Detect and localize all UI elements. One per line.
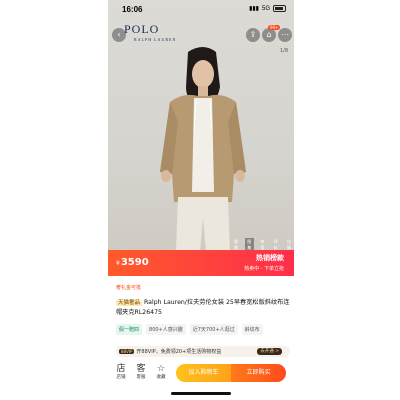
- cart-icon[interactable]: ⌂: [262, 28, 276, 42]
- share-icon[interactable]: ⇪: [246, 28, 260, 42]
- price-bar: ¥3590 热销榜款 热卖中 · 下单立抢: [108, 250, 294, 276]
- vip-badge: 88VIP: [119, 349, 135, 354]
- media-tab-reviews[interactable]: 评价: [272, 238, 281, 250]
- feature-chips: 假一赔四 800+人感兴趣 近7天700+人逛过 斜纹布: [116, 324, 263, 335]
- add-to-cart-button[interactable]: 加入购物车: [176, 364, 231, 382]
- chip-fabric: 斜纹布: [241, 324, 263, 335]
- store-icon: 店: [116, 364, 126, 374]
- network-type: 5G: [261, 5, 270, 12]
- product-price: ¥3590: [116, 257, 149, 268]
- chip-interest: 800+人感兴趣: [146, 324, 186, 335]
- customer-service-button[interactable]: 客 客服: [130, 364, 152, 381]
- battery-icon: [273, 5, 286, 12]
- gift-credit-text[interactable]: 奢礼金可抵: [116, 284, 141, 291]
- product-title: 天猫奢品 Ralph Lauren/拉夫劳伦女装 25早春宽松版斜纹布连帽夹克RL…: [116, 299, 290, 316]
- product-hero-image[interactable]: POLO RALPH LAUREN ‹ ⇪ ⌂ 99+ ⋯ 1/8 视频 图集 …: [108, 0, 294, 250]
- buy-now-button[interactable]: 立即购买: [231, 364, 286, 382]
- media-tab-details[interactable]: 详情: [285, 238, 294, 250]
- media-tab-video[interactable]: 视频: [232, 238, 241, 250]
- store-button[interactable]: 店 店铺: [110, 364, 132, 381]
- hot-sale-label: 热销榜款: [256, 254, 284, 262]
- back-icon[interactable]: ‹: [112, 28, 126, 42]
- star-icon: ☆: [156, 364, 166, 374]
- more-icon[interactable]: ⋯: [278, 28, 292, 42]
- chip-visits: 近7天700+人逛过: [189, 324, 238, 335]
- favorite-button[interactable]: ☆ 收藏: [150, 364, 172, 381]
- model-photo: [160, 47, 246, 250]
- hot-sale-sub: 热卖中 · 下单立抢: [244, 266, 284, 272]
- tmall-luxury-tag: 天猫奢品: [116, 300, 143, 306]
- phone-screen: POLO RALPH LAUREN ‹ ⇪ ⌂ 99+ ⋯ 1/8 视频 图集 …: [108, 0, 294, 400]
- status-time: 16:06: [122, 5, 143, 14]
- vip-open-button[interactable]: 去开通 >: [257, 348, 282, 355]
- bottom-action-bar: 店 店铺 客 客服 ☆ 收藏 加入购物车 立即购买: [108, 362, 294, 386]
- cart-count-badge: 99+: [268, 25, 281, 30]
- media-tabs: 视频 图集 穿搭 评价 详情: [232, 238, 294, 250]
- chat-icon: 客: [136, 364, 146, 374]
- brand-logo: POLO RALPH LAUREN: [124, 22, 177, 42]
- media-tab-outfit[interactable]: 穿搭: [258, 238, 267, 250]
- image-pager: 1/8: [279, 48, 288, 54]
- home-indicator: [171, 392, 231, 395]
- vip-banner[interactable]: 88VIP 开88VIP，免费领20+项生活购物权益 去开通 >: [116, 346, 290, 357]
- media-tab-gallery[interactable]: 图集: [245, 238, 255, 250]
- status-bar: 16:06 ▮▮▮ 5G: [108, 0, 294, 20]
- signal-icon: ▮▮▮: [249, 6, 259, 12]
- chip-guarantee[interactable]: 假一赔四: [116, 324, 143, 335]
